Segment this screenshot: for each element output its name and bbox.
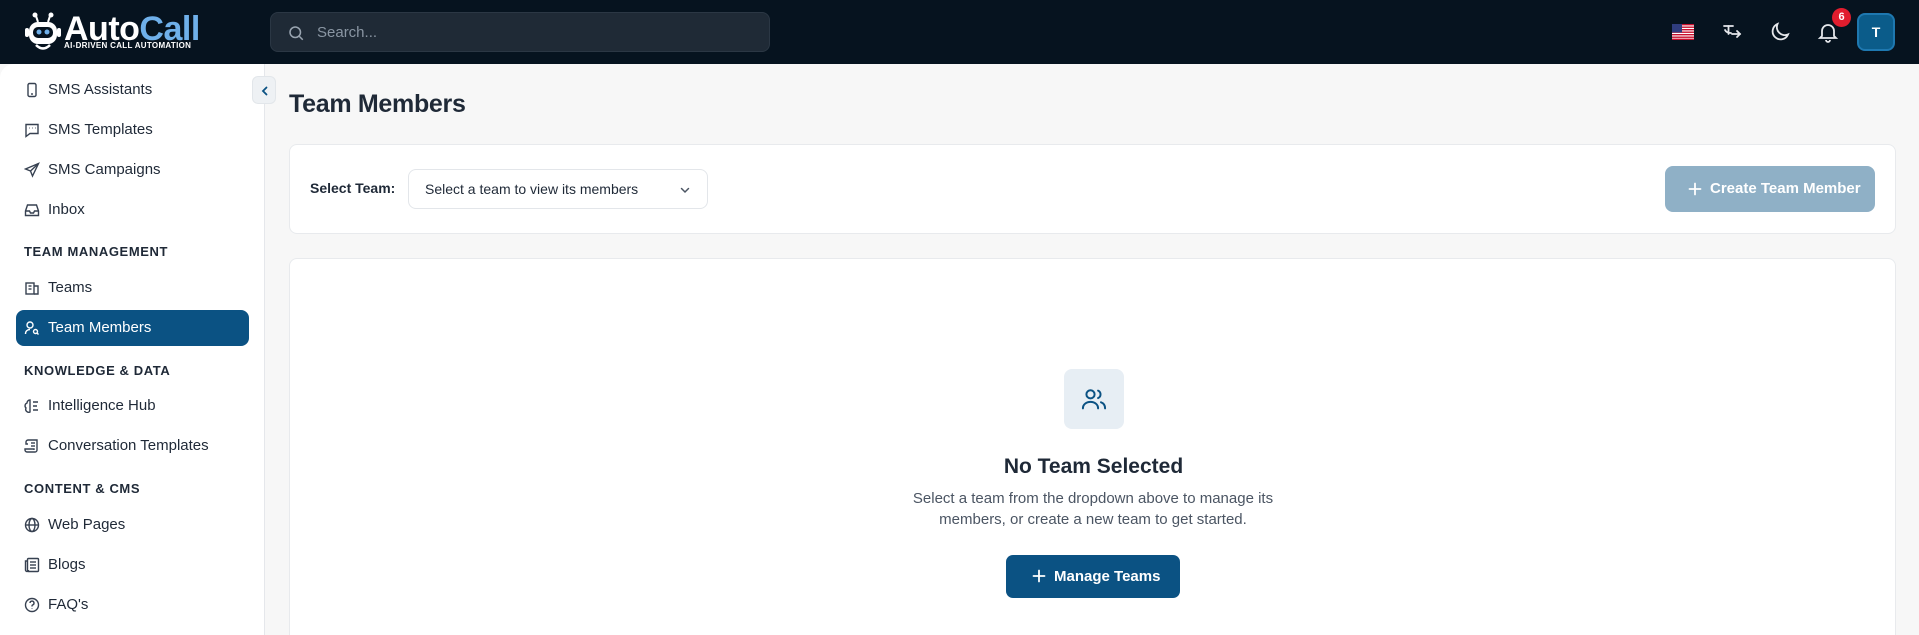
empty-state-icon-box — [1064, 369, 1124, 429]
sidebar-item-label: SMS Campaigns — [48, 161, 161, 178]
globe-icon — [24, 517, 40, 533]
select-team-label: Select Team: — [310, 180, 396, 196]
brain-icon — [24, 399, 38, 413]
manage-teams-label: Manage Teams — [1054, 568, 1161, 585]
scroll-icon — [24, 439, 38, 453]
users-icon — [1081, 389, 1107, 410]
sidebar-item-label: SMS Templates — [48, 121, 153, 138]
empty-state-card: No Team Selected Select a team from the … — [289, 258, 1896, 635]
empty-state-description: Select a team from the dropdown above to… — [912, 490, 1274, 528]
phone-icon — [27, 82, 37, 98]
notification-badge: 6 — [1832, 8, 1851, 27]
sidebar-item-label: FAQ's — [48, 596, 89, 613]
section-label-content-cms: CONTENT & CMS — [24, 481, 141, 496]
sidebar-item-label: Conversation Templates — [48, 437, 209, 454]
search-icon — [289, 26, 304, 41]
sidebar-item-web-pages[interactable]: Web Pages — [16, 507, 249, 543]
flag-us-icon[interactable] — [1672, 24, 1694, 40]
chevron-left-icon — [261, 86, 268, 96]
page-title: Team Members — [289, 90, 466, 118]
section-label-knowledge-data: KNOWLEDGE & DATA — [24, 363, 171, 378]
sidebar-item-label: Team Members — [48, 319, 152, 336]
sidebar-item-label: Inbox — [48, 201, 85, 218]
translate-icon[interactable] — [1720, 20, 1744, 44]
create-team-member-label: Create Team Member — [1710, 180, 1861, 197]
sidebar-item-label: SMS Assistants — [48, 81, 153, 98]
user-icon — [24, 321, 39, 335]
avatar[interactable]: T — [1857, 13, 1895, 51]
empty-state-title: No Team Selected — [1003, 455, 1184, 478]
sidebar-item-team-members[interactable]: Team Members — [16, 310, 249, 346]
sidebar-item-label: Teams — [48, 279, 93, 296]
sidebar-item-sms-assistants[interactable]: SMS Assistants — [16, 72, 249, 108]
team-filter-card: Select Team: Select a team to view its m… — [289, 144, 1896, 234]
sidebar-item-faqs[interactable]: FAQ's — [16, 587, 249, 623]
sidebar-item-sms-campaigns[interactable]: SMS Campaigns — [16, 152, 249, 188]
moon-icon[interactable] — [1768, 20, 1792, 44]
robot-logo-icon — [25, 12, 61, 50]
collapse-sidebar-button[interactable] — [252, 76, 276, 104]
search-box[interactable] — [270, 12, 770, 52]
sidebar-item-label: Blogs — [48, 556, 86, 573]
sidebar-item-label: Intelligence Hub — [48, 397, 156, 414]
sidebar-item-label: Web Pages — [48, 516, 126, 533]
sidebar-item-inbox[interactable]: Inbox — [16, 192, 249, 228]
logo[interactable]: AutoCall AI-DRIVEN CALL AUTOMATION — [22, 10, 200, 54]
plus-icon — [1688, 182, 1702, 196]
brand-tagline: AI-DRIVEN CALL AUTOMATION — [64, 41, 192, 50]
create-team-member-button[interactable]: Create Team Member — [1665, 166, 1875, 212]
plus-icon — [1032, 569, 1046, 583]
sidebar-item-teams[interactable]: Teams — [16, 270, 249, 306]
inbox-icon — [24, 204, 40, 217]
help-circle-icon — [24, 597, 40, 613]
send-icon — [24, 162, 40, 178]
manage-teams-button[interactable]: Manage Teams — [1006, 555, 1180, 598]
chevron-down-icon — [680, 187, 690, 194]
building-icon — [25, 282, 39, 295]
newspaper-icon — [24, 557, 40, 573]
sidebar-item-intelligence-hub[interactable]: Intelligence Hub — [16, 388, 249, 424]
team-select[interactable]: Select a team to view its members — [408, 169, 708, 209]
message-icon — [25, 123, 39, 138]
sidebar-item-sms-templates[interactable]: SMS Templates — [16, 112, 249, 148]
team-select-value: Select a team to view its members — [425, 181, 639, 197]
top-bar: AutoCall AI-DRIVEN CALL AUTOMATION 6 T — [0, 0, 1919, 64]
sidebar-item-blogs[interactable]: Blogs — [16, 547, 249, 583]
search-input[interactable] — [317, 13, 757, 51]
section-label-team-management: TEAM MANAGEMENT — [24, 244, 169, 259]
sidebar: SMS Assistants SMS Templates SMS Campaig… — [0, 64, 265, 635]
sidebar-item-conversation-templates[interactable]: Conversation Templates — [16, 428, 249, 464]
